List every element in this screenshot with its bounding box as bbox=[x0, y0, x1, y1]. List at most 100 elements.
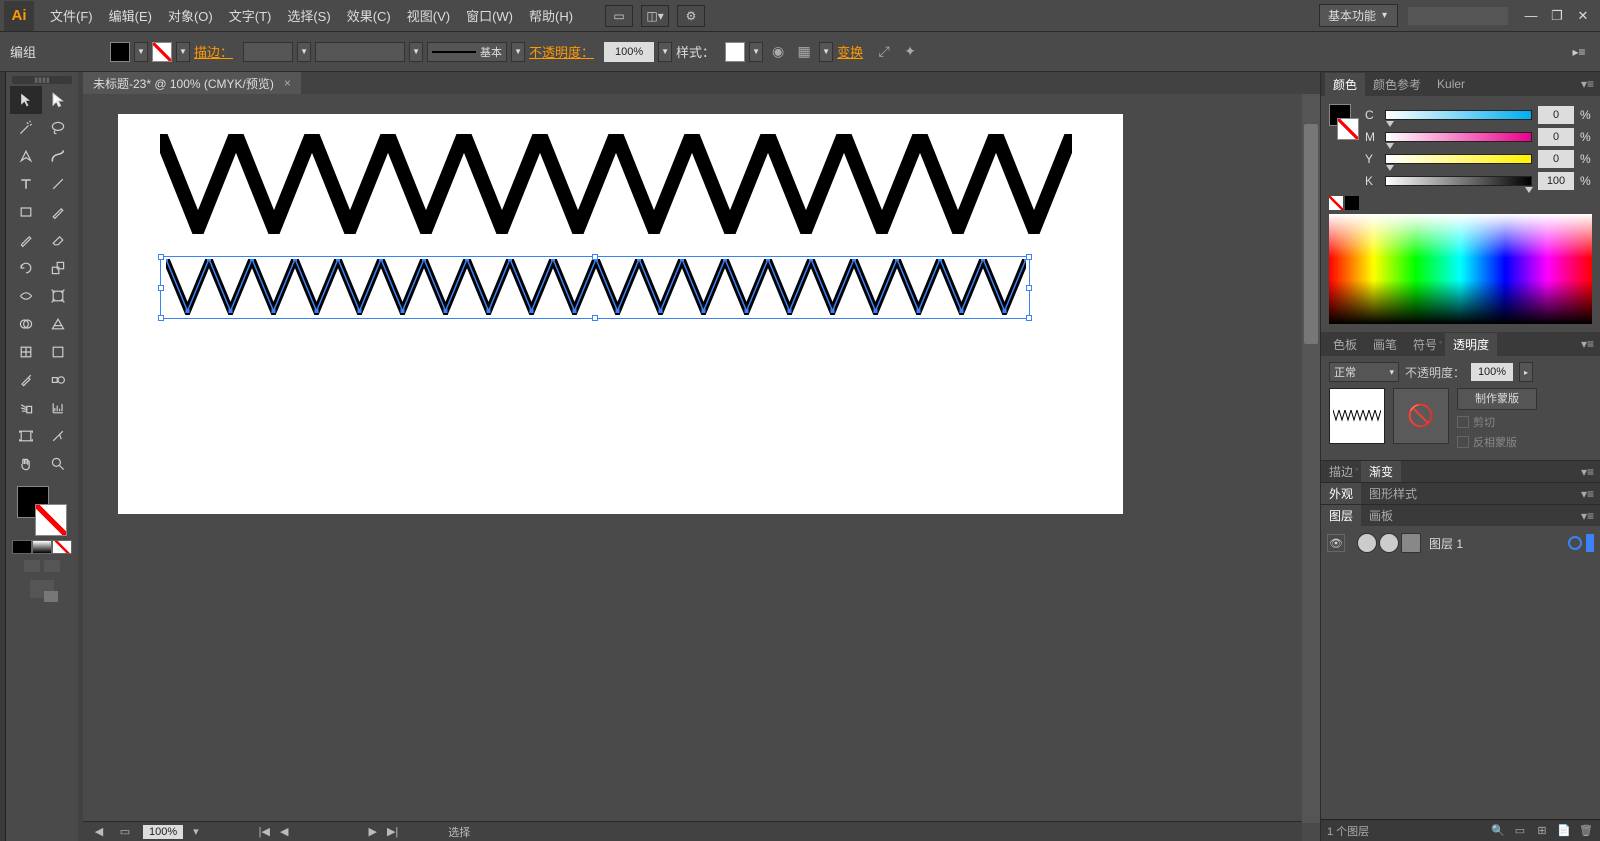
layer-row[interactable]: 👁 图层 1 bbox=[1327, 530, 1594, 556]
status-nav-next-icon[interactable]: ▶ bbox=[368, 825, 376, 838]
selection-handle-s[interactable] bbox=[592, 315, 598, 321]
pen-tool[interactable] bbox=[10, 142, 42, 170]
control-flyout-icon[interactable]: ▸≡ bbox=[1568, 45, 1590, 59]
layer-target-icon[interactable] bbox=[1568, 536, 1582, 550]
stroke-swatch[interactable] bbox=[152, 42, 172, 62]
menu-effect[interactable]: 效果(C) bbox=[339, 0, 399, 31]
value-y[interactable]: 0 bbox=[1538, 150, 1574, 168]
tab-transparency[interactable]: 透明度 bbox=[1453, 338, 1489, 352]
gradient-tool[interactable] bbox=[42, 338, 74, 366]
menu-type[interactable]: 文字(T) bbox=[221, 0, 280, 31]
align-icon[interactable]: ▦ bbox=[793, 41, 815, 63]
bridge-icon[interactable]: ▭ bbox=[605, 5, 633, 27]
invert-mask-checkbox[interactable]: 反相蒙版 bbox=[1457, 434, 1592, 450]
opacity-label-link[interactable]: 不透明度： bbox=[529, 42, 594, 61]
transparency-panel-menu-icon[interactable]: ▾≡ bbox=[1575, 337, 1600, 351]
vertical-scroll-thumb[interactable] bbox=[1304, 124, 1318, 344]
toolbox-handle[interactable]: ▮▮▮▮ bbox=[12, 76, 72, 84]
align-dropdown-icon[interactable]: ▼ bbox=[819, 42, 833, 62]
canvas[interactable] bbox=[83, 94, 1320, 841]
status-nav-first-icon[interactable]: |◀ bbox=[259, 825, 270, 838]
selection-handle-sw[interactable] bbox=[158, 315, 164, 321]
status-nav-last-icon[interactable]: ▶| bbox=[387, 825, 398, 838]
brush-dropdown-icon[interactable]: ▼ bbox=[511, 42, 525, 62]
document-tab[interactable]: 未标题-23* @ 100% (CMYK/预览) × bbox=[83, 72, 301, 94]
artboard-nav-icon[interactable]: ▭ bbox=[117, 825, 133, 839]
tab-kuler[interactable]: Kuler bbox=[1429, 74, 1473, 94]
blend-mode-select[interactable]: 正常 bbox=[1329, 362, 1399, 382]
spectrum-none-swatch[interactable] bbox=[1329, 196, 1343, 210]
slider-k[interactable] bbox=[1385, 176, 1532, 186]
transp-opacity-dropdown-icon[interactable]: ▸ bbox=[1519, 362, 1533, 382]
isolate-icon[interactable]: ⤢ bbox=[873, 41, 895, 63]
slider-m[interactable] bbox=[1385, 132, 1532, 142]
line-tool[interactable] bbox=[42, 170, 74, 198]
menu-help[interactable]: 帮助(H) bbox=[521, 0, 581, 31]
rotate-tool[interactable] bbox=[10, 254, 42, 282]
delete-layer-icon[interactable]: 🗑 bbox=[1578, 824, 1594, 838]
stroke-label-link[interactable]: 描边： bbox=[194, 42, 233, 61]
pencil-tool[interactable] bbox=[10, 226, 42, 254]
lasso-tool[interactable] bbox=[42, 114, 74, 142]
stroke-color-swatch[interactable] bbox=[35, 504, 67, 536]
tab-appearance[interactable]: 外观 bbox=[1321, 483, 1361, 504]
color-panel-stroke-swatch[interactable] bbox=[1337, 118, 1359, 140]
menu-window[interactable]: 窗口(W) bbox=[458, 0, 521, 31]
tab-color-guide[interactable]: 颜色参考 bbox=[1365, 73, 1429, 96]
free-transform-tool[interactable] bbox=[42, 282, 74, 310]
color-panel-swatches[interactable] bbox=[1329, 104, 1359, 140]
graphic-style-swatch[interactable] bbox=[725, 42, 745, 62]
transp-opacity-value[interactable]: 100% bbox=[1471, 363, 1513, 381]
layer-name[interactable]: 图层 1 bbox=[1425, 535, 1564, 552]
color-mode-solid[interactable] bbox=[12, 540, 32, 554]
spectrum-black-swatch[interactable] bbox=[1345, 196, 1359, 210]
tab-brushes[interactable]: 画笔 bbox=[1365, 333, 1405, 356]
tab-swatches[interactable]: 色板 bbox=[1325, 333, 1365, 356]
status-nav-prev-icon[interactable]: ◀ bbox=[280, 825, 288, 838]
stroke-dropdown-icon[interactable]: ▼ bbox=[176, 42, 190, 62]
gradient-panel-menu-icon[interactable]: ▾≡ bbox=[1575, 465, 1600, 479]
fill-stroke-indicator[interactable] bbox=[17, 486, 67, 536]
layers-panel-menu-icon[interactable]: ▾≡ bbox=[1575, 509, 1600, 523]
mesh-tool[interactable] bbox=[10, 338, 42, 366]
change-screen-mode[interactable] bbox=[30, 580, 54, 598]
rectangle-tool[interactable] bbox=[10, 198, 42, 226]
layer-visibility-icon[interactable]: 👁 bbox=[1327, 534, 1345, 552]
search-input[interactable] bbox=[1408, 7, 1508, 25]
make-clipping-mask-icon[interactable]: ▭ bbox=[1512, 824, 1528, 838]
opacity-value-input[interactable]: 100% bbox=[604, 42, 654, 62]
color-mode-gradient[interactable] bbox=[32, 540, 52, 554]
menu-object[interactable]: 对象(O) bbox=[160, 0, 221, 31]
magic-wand-tool[interactable] bbox=[10, 114, 42, 142]
zoom-dropdown-icon[interactable]: ▾ bbox=[193, 825, 199, 838]
menu-select[interactable]: 选择(S) bbox=[279, 0, 338, 31]
selection-bounding-box[interactable] bbox=[160, 256, 1030, 319]
screen-mode-preview[interactable] bbox=[44, 560, 60, 572]
blend-tool[interactable] bbox=[42, 366, 74, 394]
new-layer-icon[interactable]: 📄 bbox=[1556, 824, 1572, 838]
color-mode-none[interactable] bbox=[52, 540, 72, 554]
transform-label-link[interactable]: 变换 bbox=[837, 42, 863, 61]
scale-tool[interactable] bbox=[42, 254, 74, 282]
clip-checkbox[interactable]: 剪切 bbox=[1457, 414, 1592, 430]
selection-handle-ne[interactable] bbox=[1026, 254, 1032, 260]
appearance-panel-menu-icon[interactable]: ▾≡ bbox=[1575, 487, 1600, 501]
selection-tool[interactable] bbox=[10, 86, 42, 114]
hand-tool[interactable] bbox=[10, 450, 42, 478]
eraser-tool[interactable] bbox=[42, 226, 74, 254]
transparency-thumbnail[interactable] bbox=[1329, 388, 1385, 444]
graph-tool[interactable] bbox=[42, 394, 74, 422]
locate-object-icon[interactable]: 🔍 bbox=[1490, 824, 1506, 838]
style-dropdown-icon[interactable]: ▼ bbox=[749, 42, 763, 62]
tab-graphic-styles[interactable]: 图形样式 bbox=[1361, 483, 1425, 504]
maximize-button[interactable]: ❐ bbox=[1544, 7, 1570, 25]
paintbrush-tool[interactable] bbox=[42, 198, 74, 226]
opacity-dropdown-icon[interactable]: ▼ bbox=[658, 42, 672, 62]
stroke-profile-dropdown-icon[interactable]: ▼ bbox=[409, 42, 423, 62]
type-tool[interactable] bbox=[10, 170, 42, 198]
slider-y[interactable] bbox=[1385, 154, 1532, 164]
value-k[interactable]: 100 bbox=[1538, 172, 1574, 190]
selection-handle-se[interactable] bbox=[1026, 315, 1032, 321]
stroke-weight-input[interactable] bbox=[243, 42, 293, 62]
selection-handle-nw[interactable] bbox=[158, 254, 164, 260]
